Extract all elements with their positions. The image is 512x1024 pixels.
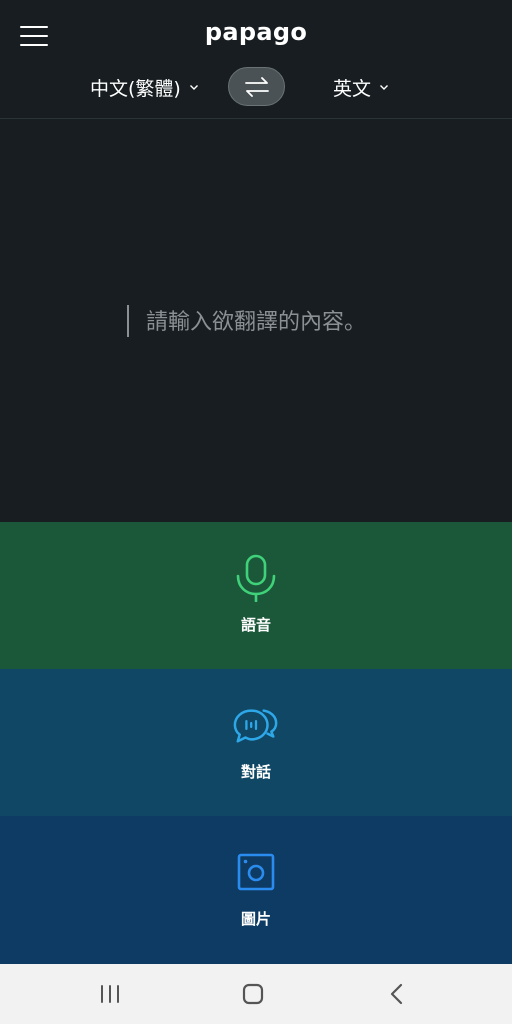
voice-mode-button[interactable]: 語音: [0, 522, 512, 670]
text-cursor: [127, 305, 129, 337]
conversation-icon: [232, 701, 280, 749]
top-bar: papago 中文(繁體) 英文: [0, 0, 512, 119]
image-mode-label: 圖片: [240, 910, 271, 928]
voice-mode-label: 語音: [240, 616, 271, 634]
chevron-down-icon: [380, 85, 389, 90]
source-language-selector[interactable]: 中文(繁體): [90, 70, 200, 104]
swap-languages-button[interactable]: [228, 67, 285, 106]
microphone-icon: [232, 554, 280, 602]
system-navigation-bar: [0, 964, 512, 1024]
recents-icon[interactable]: [88, 980, 132, 1008]
camera-icon: [232, 848, 280, 896]
conversation-mode-button[interactable]: 對話: [0, 669, 512, 817]
app-logo: papago: [204, 18, 308, 46]
conversation-mode-label: 對話: [240, 763, 271, 781]
home-icon[interactable]: [231, 980, 275, 1008]
back-icon[interactable]: [375, 980, 419, 1008]
image-mode-button[interactable]: 圖片: [0, 816, 512, 964]
chevron-down-icon: [189, 85, 198, 90]
swap-icon: [244, 76, 269, 97]
translation-input-area[interactable]: [0, 120, 512, 522]
source-language-label: 中文(繁體): [90, 77, 181, 100]
target-language-label: 英文: [333, 77, 372, 100]
target-language-selector[interactable]: 英文: [333, 70, 390, 104]
